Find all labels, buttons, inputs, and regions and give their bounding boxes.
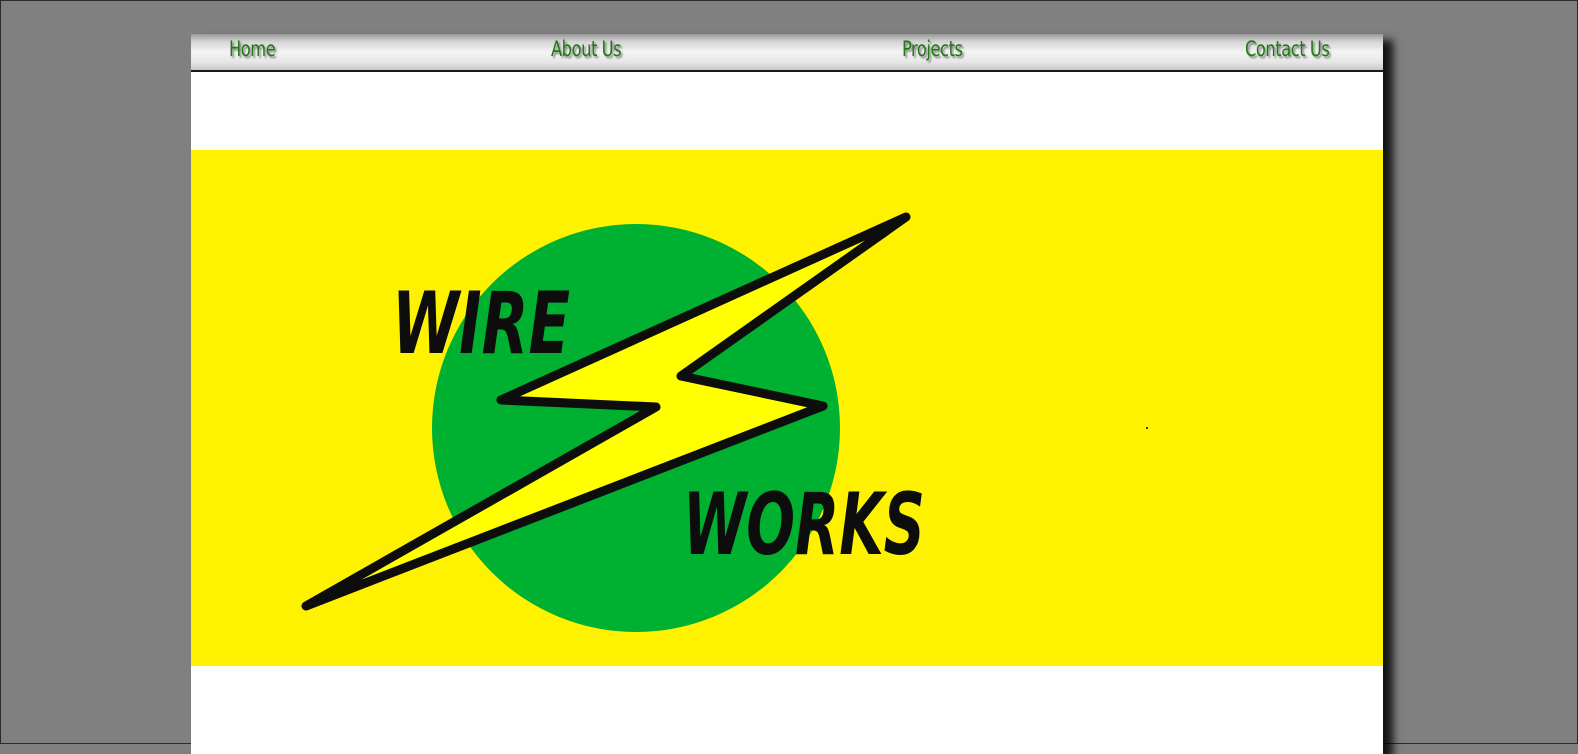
nav-link-about-us[interactable]: About Us <box>551 37 622 61</box>
logo-word-wire: WIRE <box>392 274 570 374</box>
banner-speck <box>1146 427 1148 429</box>
wire-works-logo: WIRE WORKS <box>301 212 925 632</box>
logo-word-works: WORKS <box>683 475 925 575</box>
nav-link-projects[interactable]: Projects <box>902 37 963 61</box>
page-container: Home About Us Projects Contact Us WIRE W… <box>191 34 1383 754</box>
nav-link-home[interactable]: Home <box>229 37 276 61</box>
nav-link-contact-us[interactable]: Contact Us <box>1245 37 1330 61</box>
top-navigation-bar: Home About Us Projects Contact Us <box>191 34 1383 72</box>
hero-banner: WIRE WORKS <box>191 150 1383 666</box>
